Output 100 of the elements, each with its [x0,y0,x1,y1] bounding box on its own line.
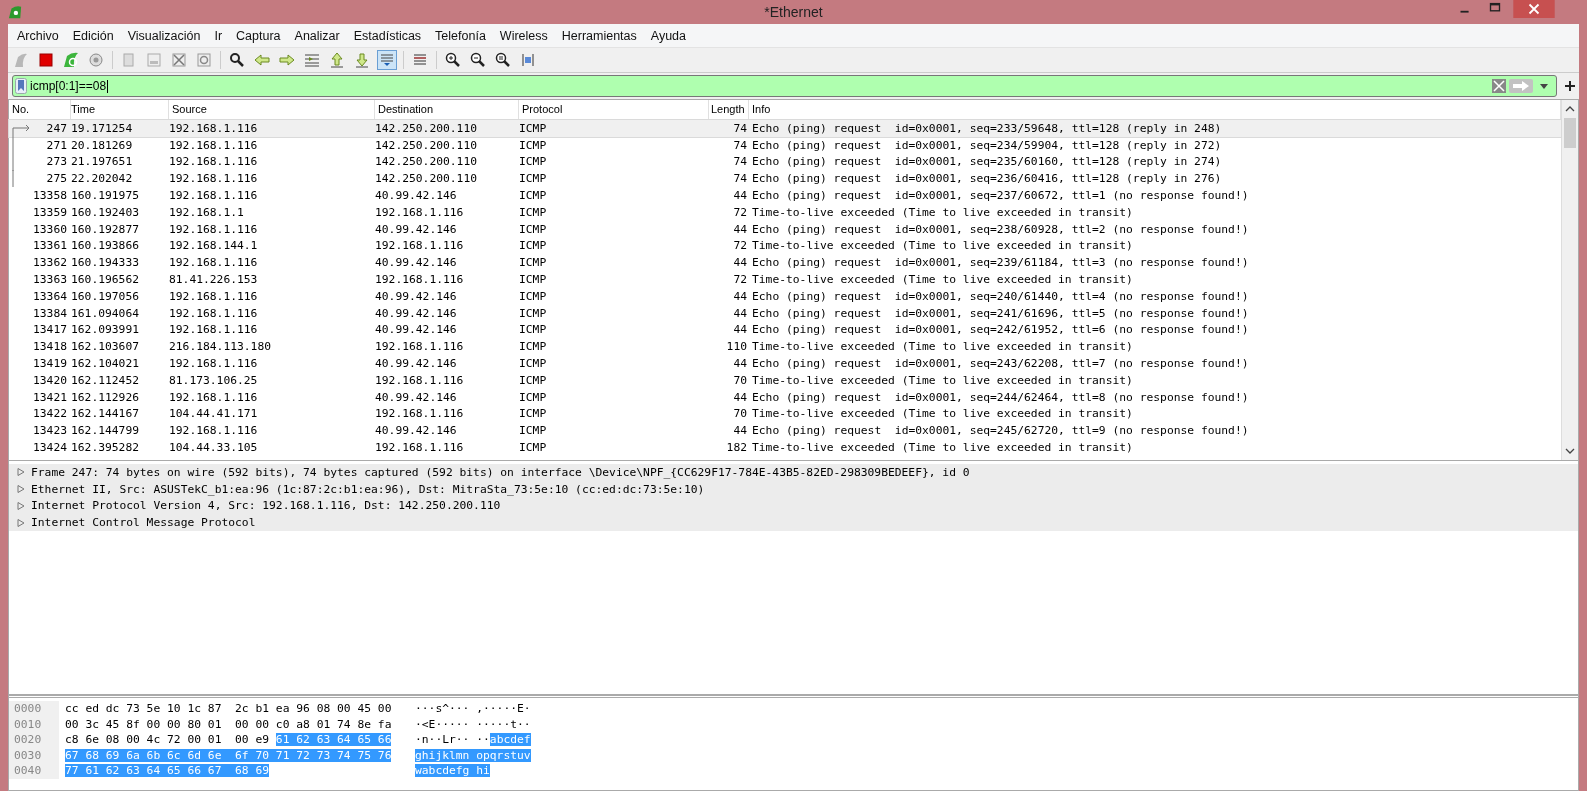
packet-row[interactable]: 247 19.171254 192.168.1.116 142.250.200.110 ICMP 74 Echo (ping) request id=0x0001, seq=233/59648, ttl=128 (reply in 248) [9,120,1561,137]
menu-item[interactable]: Captura [229,28,288,43]
packet-row[interactable]: 13358 160.191975 192.168.1.116 40.99.42.146 ICMP 44 Echo (ping) request id=0x0001, seq=237/60672, ttl=1 (no response found!) [9,187,1561,204]
resize-columns-icon[interactable] [519,51,537,69]
table-cell-text: 192.168.1.116 [169,289,259,303]
table-cell-text: 162.144799 [71,424,140,438]
packet-row[interactable]: 13360 160.192877 192.168.1.116 40.99.42.146 ICMP 44 Echo (ping) request id=0x0001, seq=238/60928, ttl=2 (no response found!) [9,220,1561,238]
packet-row[interactable]: 275 22.202042 192.168.1.116 142.250.200.110 ICMP 74 Echo (ping) request id=0x0001, seq=236/60416, ttl=128 (reply in 276) [9,170,1561,188]
table-cell-text: 247 [45,121,68,135]
table-cell-text: 192.168.1.116 [169,189,259,203]
clear-icon[interactable] [1492,79,1506,93]
expand-triangle-icon[interactable] [17,485,25,494]
packet-row[interactable]: 271 20.181269 192.168.1.116 142.250.200.110 ICMP 74 Echo (ping) request id=0x0001, seq=234/59904, ttl=128 (reply in 272) [9,136,1561,154]
packet-row[interactable]: 13362 160.194333 192.168.1.116 40.99.42.146 ICMP 44 Echo (ping) request id=0x0001, seq=239/61184, ttl=3 (no response found!) [9,254,1561,272]
shark-fin-icon[interactable] [12,51,30,69]
hex-offset: 0040 [9,763,59,779]
dropdown-caret-icon[interactable] [1540,83,1548,89]
table-cell-text: 13424 [33,441,68,455]
menu-item[interactable]: Herramientas [554,28,644,43]
file-icon[interactable] [145,51,163,69]
bookmark-icon[interactable] [15,78,27,94]
table-cell-text: 44 [732,189,748,203]
table-cell-text: 13419 [33,357,68,371]
zoom-reset-icon[interactable] [494,51,512,69]
add-icon[interactable] [1565,81,1575,91]
table-cell-text: 13358 [33,189,68,203]
hex-offset: 0020 [9,732,59,748]
menu-item[interactable]: Estadísticas [346,28,429,43]
expand-triangle-icon[interactable] [17,518,25,527]
packet-row[interactable]: 13424 162.395282 104.44.33.105 192.168.1.116 ICMP 182 Time-to-live exceeded (Time to live exceeded in transit) [9,439,1561,456]
packet-row[interactable]: 13421 162.112926 192.168.1.116 40.99.42.146 ICMP 44 Echo (ping) request id=0x0001, seq=244/62464, ttl=8 (no response found!) [9,388,1561,406]
table-cell-text: 216.184.113.180 [169,340,273,354]
table-cell-text: 271 [45,138,68,152]
packet-row[interactable]: 13363 160.196562 81.41.226.153 192.168.1.116 ICMP 72 Time-to-live exceeded (Time to live exceeded in transit) [9,271,1561,288]
packet-row[interactable]: 13422 162.144167 104.44.41.171 192.168.1.116 ICMP 70 Time-to-live exceeded (Time to live exceeded in transit) [9,405,1561,423]
packet-row[interactable]: 273 21.197651 192.168.1.116 142.250.200.110 ICMP 74 Echo (ping) request id=0x0001, seq=235/60160, ttl=128 (reply in 274) [9,153,1561,171]
scroll-thumb[interactable] [1564,118,1576,148]
table-cell-text: 192.168.1.116 [375,205,465,219]
table-cell-text: 44 [732,323,748,337]
table-cell-text: 160.192877 [71,222,140,236]
table-cell-text: Echo (ping) request id=0x0001, seq=240/61440, ttl=4 (no response found!) [751,289,1250,303]
expand-triangle-icon[interactable] [17,468,25,477]
table-cell-text: Echo (ping) request id=0x0001, seq=245/62720, ttl=9 (no response found!) [751,424,1250,438]
menu-item[interactable]: Telefonía [428,28,493,43]
menu-item[interactable]: Analizar [287,28,347,43]
table-cell-text: ICMP [519,273,548,287]
table-cell-text: 104.44.41.171 [169,407,259,421]
down-arrow-icon[interactable] [353,51,371,69]
packet-row[interactable]: 13420 162.112452 81.173.106.25 192.168.1.116 ICMP 70 Time-to-live exceeded (Time to live exceeded in transit) [9,371,1561,389]
display-filter-field[interactable]: icmp[0:1]==08 [12,75,1557,97]
scroll-up-icon[interactable] [1565,106,1575,112]
search-icon[interactable] [228,51,246,69]
table-cell-text: 13384 [33,306,68,320]
hex-offset: 0000 [9,701,59,717]
go-to-packet-icon[interactable] [303,51,321,69]
table-cell-text: 74 [732,155,748,169]
tree-item[interactable]: Internet Control Message Protocol [31,516,256,530]
menu-item[interactable]: Archivo [10,28,66,43]
expand-triangle-icon[interactable] [17,502,25,510]
menu-item[interactable]: Visualización [120,28,208,43]
ascii-text: wabcdefg hi [415,764,490,778]
restart-icon[interactable] [62,51,80,69]
menu-item[interactable]: Ayuda [643,28,693,43]
right-arrow-icon[interactable] [278,51,296,69]
table-cell-text: 110 [725,340,748,354]
menu-item[interactable]: Wireless [492,28,555,43]
close-file-icon[interactable] [170,51,188,69]
packet-row[interactable]: 13384 161.094064 192.168.1.116 40.99.42.146 ICMP 44 Echo (ping) request id=0x0001, seq=241/61696, ttl=5 (no response found!) [9,304,1561,322]
menu-item[interactable]: Edición [65,28,121,43]
packet-row[interactable]: 13418 162.103607 216.184.113.180 192.168.1.116 ICMP 110 Time-to-live exceeded (Time to live exceeded in transit) [9,338,1561,356]
packet-row[interactable]: 13417 162.093991 192.168.1.116 40.99.42.146 ICMP 44 Echo (ping) request id=0x0001, seq=242/61952, ttl=6 (no response found!) [9,321,1561,339]
stop-icon[interactable] [37,51,55,69]
table-cell-text: 21.197651 [71,155,134,169]
packet-row[interactable]: 13361 160.193866 192.168.144.1 192.168.1.116 ICMP 72 Time-to-live exceeded (Time to live exceeded in transit) [9,237,1561,255]
close-icon[interactable] [1511,0,1557,18]
table-cell-text: 192.168.1.116 [169,222,259,236]
table-cell-text: 192.168.1.116 [375,373,465,387]
left-arrow-icon[interactable] [253,51,271,69]
packet-row[interactable]: 13423 162.144799 192.168.1.116 40.99.42.146 ICMP 44 Echo (ping) request id=0x0001, seq=245/62720, ttl=9 (no response found!) [9,422,1561,440]
packet-row[interactable]: 13364 160.197056 192.168.1.116 40.99.42.146 ICMP 44 Echo (ping) request id=0x0001, seq=240/61440, ttl=4 (no response found!) [9,287,1561,305]
table-cell-text: Time-to-live exceeded (Time to live exceeded in transit) [751,273,1134,287]
menu-item[interactable]: Ir [207,28,230,43]
table-cell-text: Echo (ping) request id=0x0001, seq=239/61184, ttl=3 (no response found!) [751,256,1250,270]
table-cell-text: 142.250.200.110 [375,138,479,152]
zoom-in-icon[interactable] [444,51,462,69]
scrollbar[interactable] [1561,100,1578,460]
table-cell-text: 22.202042 [71,172,134,186]
table-cell-text: 192.168.1.116 [169,155,259,169]
table-cell-text: 160.191975 [71,189,140,203]
table-cell-text: 162.112452 [71,373,140,387]
up-arrow-icon[interactable] [328,51,346,69]
window-title: *Ethernet [763,4,824,20]
zoom-out-icon[interactable] [469,51,487,69]
packet-row[interactable]: 13359 160.192403 192.168.1.1 192.168.1.116 ICMP 72 Time-to-live exceeded (Time to live exceeded in transit) [9,204,1561,221]
packet-row[interactable]: 13419 162.104021 192.168.1.116 40.99.42.146 ICMP 44 Echo (ping) request id=0x0001, seq=243/62208, ttl=7 (no response found!) [9,355,1561,372]
table-cell-text: 40.99.42.146 [375,390,458,404]
table-cell-text: 162.395282 [71,441,140,455]
auto-scroll-icon[interactable] [378,51,396,69]
scroll-down-icon[interactable] [1565,448,1575,454]
table-cell-text: 13362 [33,256,68,270]
